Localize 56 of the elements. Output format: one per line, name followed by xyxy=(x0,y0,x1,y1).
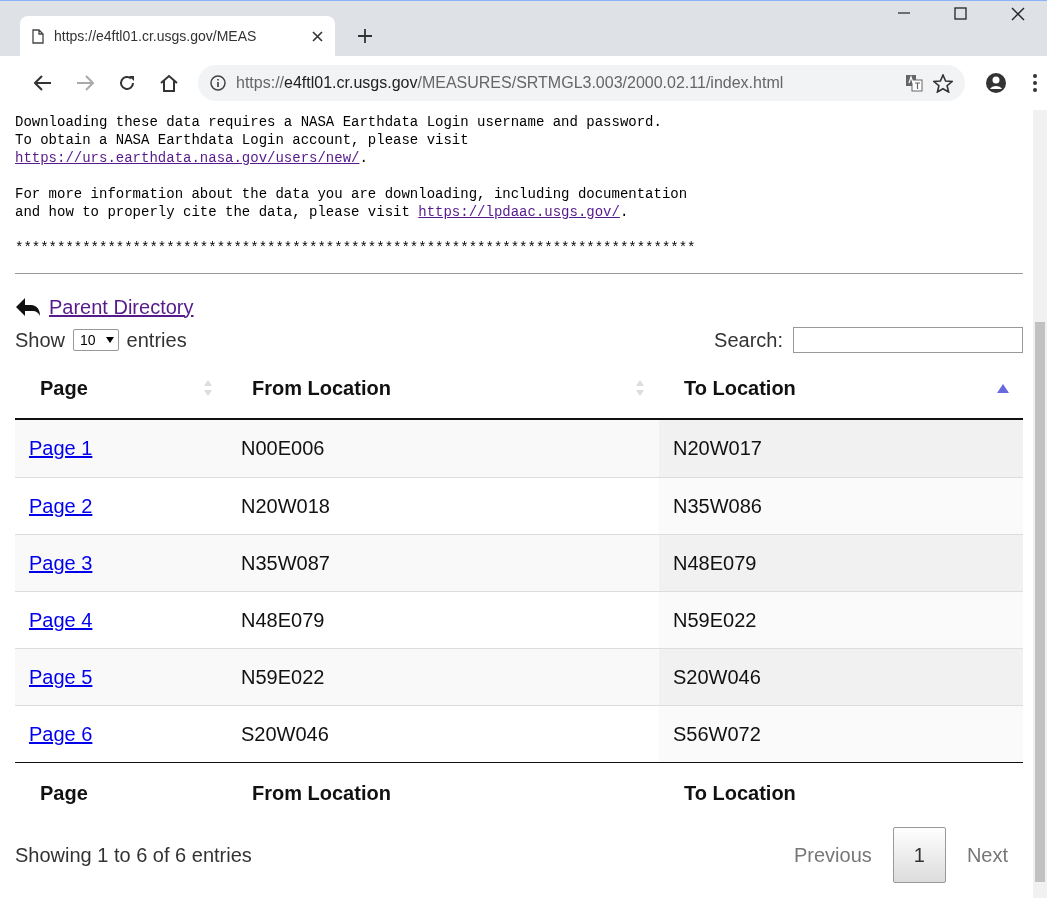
page-link[interactable]: Page 6 xyxy=(29,722,93,746)
length-label: entries xyxy=(126,328,187,352)
notice-link[interactable]: https://lpdaac.usgs.gov/ xyxy=(418,204,620,220)
close-icon[interactable] xyxy=(312,30,323,42)
table-cell: N20W017 xyxy=(659,420,1023,477)
table-cell-text: N20W018 xyxy=(240,493,331,519)
star-icon[interactable] xyxy=(933,73,953,93)
table-cell: S56W072 xyxy=(659,706,1023,762)
reload-icon[interactable] xyxy=(118,74,136,92)
table-cell-text: N48E079 xyxy=(240,607,326,633)
info-icon xyxy=(210,75,226,91)
table-cell: S20W046 xyxy=(659,649,1023,705)
table-cell-text: N35W087 xyxy=(240,550,331,576)
back-arrow-icon xyxy=(15,296,41,318)
column-footer: From Location xyxy=(227,763,659,823)
page-link[interactable]: Page 5 xyxy=(29,665,93,689)
address-bar[interactable]: https://e4ftl01.cr.usgs.gov/MEASURES/SRTMGL3.003/2000.02.11/index.html xyxy=(198,65,965,101)
page-icon xyxy=(32,28,44,44)
close-icon[interactable] xyxy=(1011,7,1025,21)
column-header[interactable]: From Location xyxy=(227,358,659,418)
page-link[interactable]: Page 1 xyxy=(29,437,93,460)
pagination-button[interactable]: 1 xyxy=(892,827,946,883)
notice-text: For more information about the data you are downloading, including documentation and how to properly cite the data, please visit https://lpdaac.usgs.gov/. xyxy=(15,185,689,221)
notice-link[interactable]: https://urs.earthdata.nasa.gov/users/new/ xyxy=(15,150,360,166)
length-label: Show xyxy=(15,328,66,352)
maximize-icon[interactable] xyxy=(954,7,967,20)
browser-tab[interactable]: https://e4ftl01.cr.usgs.gov/MEAS xyxy=(20,16,335,56)
entries-dropdown[interactable]: 10 xyxy=(73,329,119,351)
account-icon[interactable] xyxy=(985,72,1007,94)
parent-directory-link[interactable]: Parent Directory xyxy=(49,295,194,319)
notice-text: Downloading these data requires a NASA Earthdata Login username and password. To obtain a NASA Earthdata Login account, please visit https://urs.earthdata.nasa.gov/users/new/. xyxy=(15,113,663,167)
entries-info: Showing 1 to 6 of 6 entries xyxy=(15,843,252,867)
home-icon[interactable] xyxy=(159,74,179,92)
column-header[interactable]: Page xyxy=(15,358,227,418)
caret-icon xyxy=(105,337,114,343)
sort-ascending-icon[interactable] xyxy=(997,383,1009,393)
table-cell: N35W086 xyxy=(659,478,1023,534)
page-link[interactable]: Page 3 xyxy=(29,551,93,575)
translate-icon[interactable] xyxy=(905,74,923,92)
back-icon[interactable] xyxy=(34,75,52,91)
table-cell-text: S20W046 xyxy=(240,721,330,747)
column-header[interactable]: To Location xyxy=(659,358,1023,418)
search-label: Search: xyxy=(714,328,783,352)
table-cell: N48E079 xyxy=(659,535,1023,591)
table-cell-text: N00E006 xyxy=(240,436,326,461)
search-field[interactable] xyxy=(793,327,1023,353)
menu-icon[interactable] xyxy=(1033,74,1037,92)
table-cell-text: N59E022 xyxy=(240,664,326,690)
notice-text: ********************************************************************************* xyxy=(15,239,697,257)
column-footer: To Location xyxy=(659,763,1023,823)
column-footer: Page xyxy=(15,763,227,823)
page-link[interactable]: Page 2 xyxy=(29,494,93,518)
page-link[interactable]: Page 4 xyxy=(29,608,93,632)
table-cell: N59E022 xyxy=(659,592,1023,648)
new-tab-icon[interactable] xyxy=(357,28,373,44)
scrollbar[interactable] xyxy=(1033,110,1047,898)
